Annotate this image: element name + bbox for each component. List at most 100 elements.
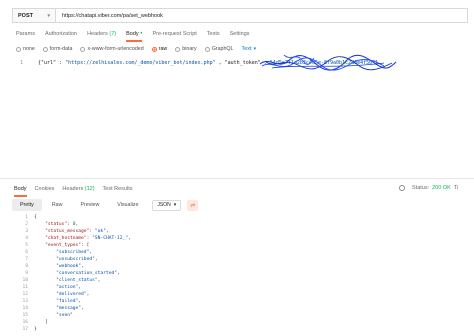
- line-number: 4: [25, 236, 28, 241]
- tab-pre-request-script[interactable]: Pre-request Script: [152, 29, 196, 40]
- line-number: 12: [22, 292, 28, 297]
- tab-label: Pre-request Script: [152, 31, 197, 37]
- view-visualize-button[interactable]: Visualize: [109, 199, 146, 211]
- response-format-select[interactable]: JSON ▾: [152, 199, 182, 211]
- tab-label: Body: [14, 186, 27, 192]
- request-tabs: Params Authorization Headers (7) Body • Pre-…: [16, 29, 260, 42]
- radio-label: form-data: [49, 46, 73, 52]
- json-string: "delivered": [56, 292, 87, 297]
- line-number: 7: [25, 257, 28, 262]
- json-string: "ok": [94, 229, 106, 234]
- chevron-down-icon: ▾: [253, 46, 257, 52]
- response-tab-body[interactable]: Body: [14, 184, 27, 197]
- line-number: 13: [22, 299, 28, 304]
- tab-label: Headers: [87, 31, 108, 37]
- json-key: "status_message": [45, 229, 90, 234]
- pane-divider[interactable]: [0, 178, 474, 179]
- json-punct: ,: [81, 264, 84, 269]
- radio-circle-icon: [16, 46, 21, 52]
- json-string: "failed": [56, 299, 79, 304]
- json-string: "client_status": [56, 278, 98, 283]
- scribble-redaction: [259, 54, 397, 71]
- tab-label: Params: [16, 31, 35, 37]
- json-string: "conversation_started": [56, 271, 117, 276]
- response-body[interactable]: 1{2 "status": 0, 3 "status_message": "ok"…: [12, 212, 468, 332]
- tab-tests[interactable]: Tests: [207, 29, 220, 40]
- code-line: 3 "status_message": "ok",: [12, 228, 452, 235]
- tab-label: Cookies: [34, 186, 55, 192]
- radio-circle-icon: [175, 46, 181, 52]
- json-punct: ,: [78, 285, 82, 290]
- line-number: 6: [25, 250, 28, 255]
- time-label: Ti: [453, 185, 459, 191]
- radio-circle-icon: [42, 46, 48, 52]
- radio-binary[interactable]: binary: [175, 46, 197, 52]
- tab-body[interactable]: Body •: [126, 29, 143, 42]
- response-tabs: Body Cookies Headers (12) Test Results: [14, 184, 141, 197]
- chevron-down-icon: ▾: [47, 12, 50, 19]
- json-key: "chat_hostname": [45, 236, 87, 241]
- request-body-editor[interactable]: 1 {"url" : "https://zelhisales.com/_demo…: [12, 58, 468, 70]
- method-select[interactable]: POST ▾: [12, 8, 56, 23]
- response-tab-test-results[interactable]: Test Results: [103, 184, 133, 194]
- json-punct: }: [34, 327, 37, 332]
- status-value: 200 OK: [432, 185, 451, 191]
- response-tab-headers[interactable]: Headers (12): [62, 184, 94, 194]
- radio-none[interactable]: none: [16, 46, 35, 52]
- radio-raw[interactable]: raw: [151, 46, 167, 52]
- radio-circle-icon: [80, 46, 86, 52]
- line-number: 2: [25, 222, 28, 227]
- response-tab-cookies[interactable]: Cookies: [35, 184, 55, 194]
- json-punct: ,: [86, 292, 90, 297]
- code-line: 6 "subscribed",: [12, 249, 452, 256]
- tab-label: Tests: [206, 31, 220, 37]
- json-punct: ,: [75, 222, 79, 227]
- globe-icon[interactable]: [399, 185, 405, 191]
- code-prefix: {"url" :: [38, 60, 66, 66]
- tab-headers[interactable]: Headers (7): [87, 29, 116, 40]
- json-string: "webhook": [56, 264, 82, 269]
- radio-label: binary: [182, 46, 197, 52]
- code-line: 1{: [12, 214, 452, 221]
- line-number: 17: [22, 327, 28, 332]
- line-number: 16: [22, 320, 28, 325]
- line-number: 10: [22, 278, 28, 283]
- line-number: 11: [22, 285, 28, 290]
- view-preview-button[interactable]: Preview: [72, 199, 107, 211]
- json-punct: ,: [97, 278, 101, 283]
- view-raw-button[interactable]: Raw: [44, 199, 71, 211]
- json-string: "subscribed": [56, 250, 90, 255]
- response-view-bar: Pretty Raw Preview Visualize JSON ▾ ⇌: [12, 199, 199, 211]
- tab-authorization[interactable]: Authorization: [45, 29, 77, 40]
- radio-circle-icon: [151, 46, 157, 52]
- line-number: 5: [25, 243, 28, 248]
- json-string: "message": [56, 306, 82, 311]
- json-punct: : [: [81, 243, 90, 248]
- view-pretty-button[interactable]: Pretty: [12, 199, 42, 211]
- json-punct: ,: [78, 299, 82, 304]
- radio-graphql[interactable]: GraphQL: [204, 46, 233, 52]
- modified-dot-icon: •: [138, 31, 143, 37]
- code-line: 16 ]: [12, 319, 452, 326]
- json-punct: ,: [81, 306, 84, 311]
- json-punct: ,: [94, 257, 98, 262]
- code-line: 11 "action",: [12, 284, 452, 291]
- tab-label: Headers: [62, 186, 84, 192]
- radio-x-www-form-urlencoded[interactable]: x-www-form-urlencoded: [80, 46, 144, 52]
- code-line: 15 "seen": [12, 312, 452, 319]
- tab-label: Test Results: [102, 186, 133, 192]
- radio-label: none: [23, 46, 35, 52]
- tab-params[interactable]: Params: [16, 29, 35, 40]
- tab-settings[interactable]: Settings: [230, 29, 250, 40]
- json-key: "event_types": [45, 243, 82, 248]
- raw-format-select[interactable]: Text ▾: [241, 46, 256, 52]
- tab-count-badge: (7): [109, 31, 117, 37]
- radio-circle-icon: [204, 46, 210, 52]
- radio-form-data[interactable]: form-data: [42, 46, 73, 52]
- json-string: "seen": [56, 313, 73, 318]
- url-input[interactable]: https://chatapi.viber.com/pa/set_webhook: [56, 8, 468, 23]
- wrap-lines-icon[interactable]: ⇌: [187, 199, 199, 211]
- json-punct: ,: [117, 271, 120, 276]
- code-line: 8 "webhook",: [12, 263, 452, 270]
- code-line: 9 "conversation_started",: [12, 270, 452, 277]
